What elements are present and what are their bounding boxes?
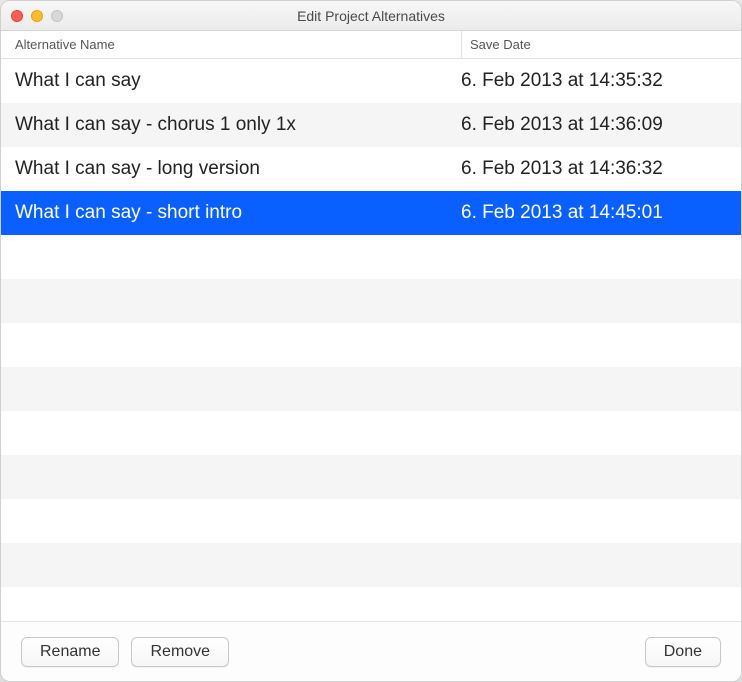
row-date: 6. Feb 2013 at 14:45:01 (461, 202, 741, 224)
empty-row (1, 411, 741, 455)
row-date: 6. Feb 2013 at 14:36:09 (461, 114, 741, 136)
window-title: Edit Project Alternatives (1, 8, 741, 24)
empty-row (1, 367, 741, 411)
window-controls (11, 10, 63, 22)
close-icon[interactable] (11, 10, 23, 22)
rename-button[interactable]: Rename (21, 637, 119, 667)
column-header-date[interactable]: Save Date (461, 31, 741, 58)
table-row[interactable]: What I can say - short intro6. Feb 2013 … (1, 191, 741, 235)
done-button[interactable]: Done (645, 637, 721, 667)
minimize-icon[interactable] (31, 10, 43, 22)
empty-row (1, 543, 741, 587)
column-header-name[interactable]: Alternative Name (15, 37, 461, 52)
empty-row (1, 279, 741, 323)
table-row[interactable]: What I can say - chorus 1 only 1x6. Feb … (1, 103, 741, 147)
alternatives-list[interactable]: What I can say6. Feb 2013 at 14:35:32Wha… (1, 59, 741, 621)
titlebar: Edit Project Alternatives (1, 1, 741, 31)
row-name: What I can say - chorus 1 only 1x (15, 114, 461, 136)
empty-row (1, 323, 741, 367)
remove-button[interactable]: Remove (131, 637, 229, 667)
empty-row (1, 235, 741, 279)
table-row[interactable]: What I can say - long version6. Feb 2013… (1, 147, 741, 191)
table-row[interactable]: What I can say6. Feb 2013 at 14:35:32 (1, 59, 741, 103)
empty-row (1, 499, 741, 543)
footer: Rename Remove Done (1, 621, 741, 681)
column-header-date-label: Save Date (470, 37, 531, 52)
row-name: What I can say - short intro (15, 202, 461, 224)
dialog-window: Edit Project Alternatives Alternative Na… (0, 0, 742, 682)
empty-row (1, 455, 741, 499)
row-name: What I can say - long version (15, 158, 461, 180)
row-date: 6. Feb 2013 at 14:36:32 (461, 158, 741, 180)
table-header: Alternative Name Save Date (1, 31, 741, 59)
maximize-icon (51, 10, 63, 22)
row-name: What I can say (15, 70, 461, 92)
row-date: 6. Feb 2013 at 14:35:32 (461, 70, 741, 92)
